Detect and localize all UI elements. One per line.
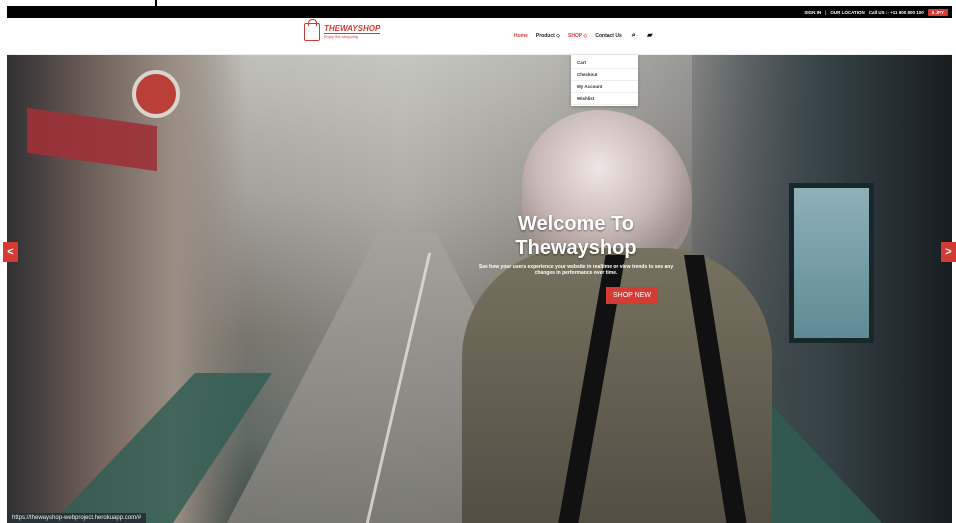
bag-icon[interactable]: ▰ [646,32,654,40]
nav-shop[interactable]: SHOP ◇ [568,33,587,39]
top-bar: SIGN IN | OUR LOCATION Call US :- +11 90… [7,6,952,18]
nav-contact[interactable]: Contact Us [595,33,621,39]
dropdown-wishlist[interactable]: Wishlist [571,93,638,105]
hero-title-line-1: Welcome To [518,213,634,235]
store-window-image [789,183,874,343]
dropdown-my-account[interactable]: My Account [571,81,638,93]
hero-title-line-2: Thewayshop [515,237,637,259]
sign-in-link[interactable]: SIGN IN [804,10,821,15]
shop-dropdown-menu: Cart Checkout My Account Wishlist [571,55,638,106]
logo-text: THEWAYSHOP Enjoy the shopping [324,24,381,39]
nav-product[interactable]: Product ◇ [536,33,560,39]
nav-home[interactable]: Home [514,33,528,39]
location-link[interactable]: OUR LOCATION [830,10,864,15]
shopping-bag-logo-icon [304,19,320,41]
slider-prev-button[interactable]: < [3,242,18,262]
dropdown-cart[interactable]: Cart [571,57,638,69]
site-logo[interactable]: THEWAYSHOP Enjoy the shopping [304,19,381,41]
dropdown-checkout[interactable]: Checkout [571,69,638,81]
browser-status-url: https://thewayshop-webproject.herokuapp.… [7,513,147,523]
navigation-menu: Home Product ◇ SHOP ◇ Contact Us ⌕ ▰ [514,32,654,40]
main-navbar: THEWAYSHOP Enjoy the shopping Home Produ… [7,18,952,55]
topbar-separator: | [825,9,827,15]
shop-sign-image [132,70,180,118]
hero-person-image [462,110,792,523]
slider-next-button[interactable]: > [941,242,956,262]
phone-text: Call US :- +11 900 800 100 [868,9,924,15]
logo-tagline: Enjoy the shopping [324,34,359,39]
logo-name: THEWAYSHOP [324,24,381,34]
shop-new-button[interactable]: SHOP NEW [606,287,658,304]
hero-copy: Welcome To Thewayshop See how your users… [476,212,676,276]
hero-banner [7,55,952,523]
currency-selector[interactable]: $ JPY [927,8,948,16]
top-bar-links: SIGN IN | OUR LOCATION Call US :- +11 90… [804,6,948,18]
hero-title: Welcome To Thewayshop [476,212,676,260]
hero-description: See how your users experience your websi… [478,264,674,276]
search-icon[interactable]: ⌕ [630,32,638,40]
